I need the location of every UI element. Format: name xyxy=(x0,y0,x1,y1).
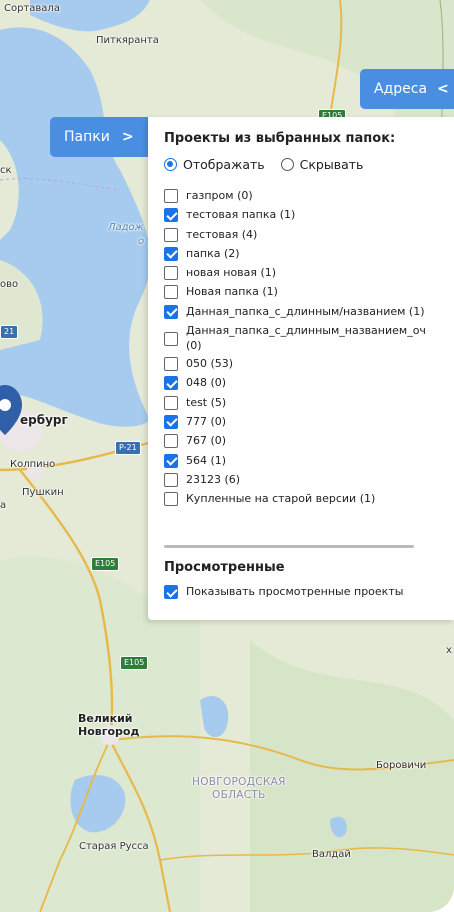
folder-item[interactable]: газпром (0) xyxy=(164,188,454,207)
map-label-a: а xyxy=(0,500,7,511)
folder-list[interactable]: газпром (0) тестовая папка (1) тестовая (4… xyxy=(164,188,454,546)
folder-label[interactable]: тестовая (4) xyxy=(186,227,257,242)
folder-checkbox[interactable] xyxy=(164,395,178,410)
panel-title: Проекты из выбранных папок: xyxy=(164,131,396,146)
folder-item[interactable]: test (5) xyxy=(164,395,454,414)
folders-panel: Проекты из выбранных папок: Отображать С… xyxy=(148,117,454,620)
folder-item[interactable]: 767 (0) xyxy=(164,433,454,452)
folder-item[interactable]: 777 (0) xyxy=(164,414,454,433)
map-label-ovo: ово xyxy=(0,279,19,290)
folder-checkbox[interactable] xyxy=(164,189,178,203)
map-label-novgorod-region: НОВГОРОДСКАЯ ОБЛАСТЬ xyxy=(192,776,286,801)
folder-checkbox[interactable] xyxy=(164,357,178,372)
folder-checkbox[interactable] xyxy=(164,266,178,281)
folders-button[interactable]: Папки > xyxy=(50,117,148,157)
map-label-staraya-russa: Старая Русса xyxy=(79,841,149,852)
folder-checkbox[interactable] xyxy=(164,472,178,487)
folder-item[interactable]: тестовая папка (1) xyxy=(164,207,454,226)
folder-item[interactable]: Купленные на старой версии (1) xyxy=(164,491,454,510)
show-viewed-label[interactable]: Показывать просмотренные проекты xyxy=(186,585,403,598)
folder-label[interactable]: 564 (1) xyxy=(186,453,226,468)
radio-show-label[interactable]: Отображать xyxy=(183,157,265,172)
folder-item[interactable]: новая новая (1) xyxy=(164,265,454,284)
map-label-ladoga-2: о xyxy=(138,236,145,247)
folder-checkbox[interactable] xyxy=(164,434,178,449)
map-label-pushkin: Пушкин xyxy=(22,487,64,498)
folder-label[interactable]: газпром (0) xyxy=(186,188,253,203)
folder-checkbox[interactable] xyxy=(164,332,178,347)
map-label-kolpino: Колпино xyxy=(10,459,56,470)
folder-checkbox[interactable] xyxy=(164,414,178,429)
folder-item[interactable]: тестовая (4) xyxy=(164,227,454,246)
map-label-sk: ск xyxy=(0,165,12,176)
road-badge-e105-low: E105 xyxy=(120,656,149,670)
road-badge-r21-left: 21 xyxy=(0,325,19,339)
radio-hide[interactable] xyxy=(280,158,294,171)
folder-label[interactable]: Данная_папка_с_длинным/названием (1) xyxy=(186,304,424,319)
visibility-radio-group: Отображать Скрывать xyxy=(164,157,379,172)
folder-label[interactable]: Данная_папка_с_длинным_названием_оч (0) xyxy=(186,323,426,353)
folder-label[interactable]: test (5) xyxy=(186,395,226,410)
addresses-button-label: Адреса xyxy=(374,81,428,97)
folder-label[interactable]: тестовая папка (1) xyxy=(186,207,295,222)
folder-label[interactable]: папка (2) xyxy=(186,246,240,261)
folder-list-scrollbar[interactable] xyxy=(164,545,414,548)
folder-item[interactable]: 050 (53) xyxy=(164,356,454,375)
map-label-spb: ербург xyxy=(20,413,68,427)
folder-label[interactable]: 050 (53) xyxy=(186,356,233,371)
map-label-veliky-novgorod: Великий Новгород xyxy=(78,712,140,738)
folders-button-label: Папки xyxy=(64,129,110,145)
road-badge-r21: P-21 xyxy=(115,441,141,455)
chevron-right-icon: > xyxy=(121,129,134,145)
chevron-left-icon: < xyxy=(437,81,449,97)
folder-label[interactable]: 777 (0) xyxy=(186,414,226,429)
map-label-sortavala: Сортавала xyxy=(4,3,60,14)
folder-item[interactable]: Новая папка (1) xyxy=(164,284,454,303)
folder-checkbox[interactable] xyxy=(164,227,178,242)
folder-checkbox[interactable] xyxy=(164,376,178,391)
folder-checkbox[interactable] xyxy=(164,304,178,319)
map-label-borovichi: Боровичи xyxy=(376,760,427,771)
map-label-valday: Валдай xyxy=(312,849,351,860)
folder-label[interactable]: 767 (0) xyxy=(186,433,226,448)
folder-item[interactable]: 048 (0) xyxy=(164,375,454,394)
folder-checkbox[interactable] xyxy=(164,285,178,300)
folder-checkbox[interactable] xyxy=(164,492,178,507)
addresses-button[interactable]: Адреса < xyxy=(360,69,454,109)
viewed-section-title: Просмотренные xyxy=(164,560,285,575)
folder-label[interactable]: Купленные на старой версии (1) xyxy=(186,491,375,506)
show-viewed-checkbox[interactable] xyxy=(164,585,178,599)
folder-label[interactable]: 048 (0) xyxy=(186,375,226,390)
folder-label[interactable]: новая новая (1) xyxy=(186,265,276,280)
folder-label[interactable]: Новая папка (1) xyxy=(186,284,278,299)
radio-show[interactable] xyxy=(164,158,177,171)
folder-checkbox[interactable] xyxy=(164,453,178,468)
folder-checkbox[interactable] xyxy=(164,246,178,261)
folder-item[interactable]: Данная_папка_с_длинным/названием (1) xyxy=(164,304,454,323)
map-label-x: х xyxy=(446,645,452,656)
show-viewed-row[interactable]: Показывать просмотренные проекты xyxy=(164,584,403,599)
folder-item[interactable]: 23123 (6) xyxy=(164,472,454,491)
folder-checkbox[interactable] xyxy=(164,208,178,223)
folder-label[interactable]: 23123 (6) xyxy=(186,472,240,487)
radio-hide-label[interactable]: Скрывать xyxy=(300,157,364,172)
folder-item[interactable]: 564 (1) xyxy=(164,453,454,472)
folder-item[interactable]: папка (2) xyxy=(164,246,454,265)
map-label-ladoga: Ладож xyxy=(108,222,144,233)
folder-item[interactable]: Данная_папка_с_длинным_названием_оч (0) xyxy=(164,323,454,356)
road-badge-e105-mid: E105 xyxy=(91,557,120,571)
map-label-pitkyaranta: Питкяранта xyxy=(96,35,159,46)
